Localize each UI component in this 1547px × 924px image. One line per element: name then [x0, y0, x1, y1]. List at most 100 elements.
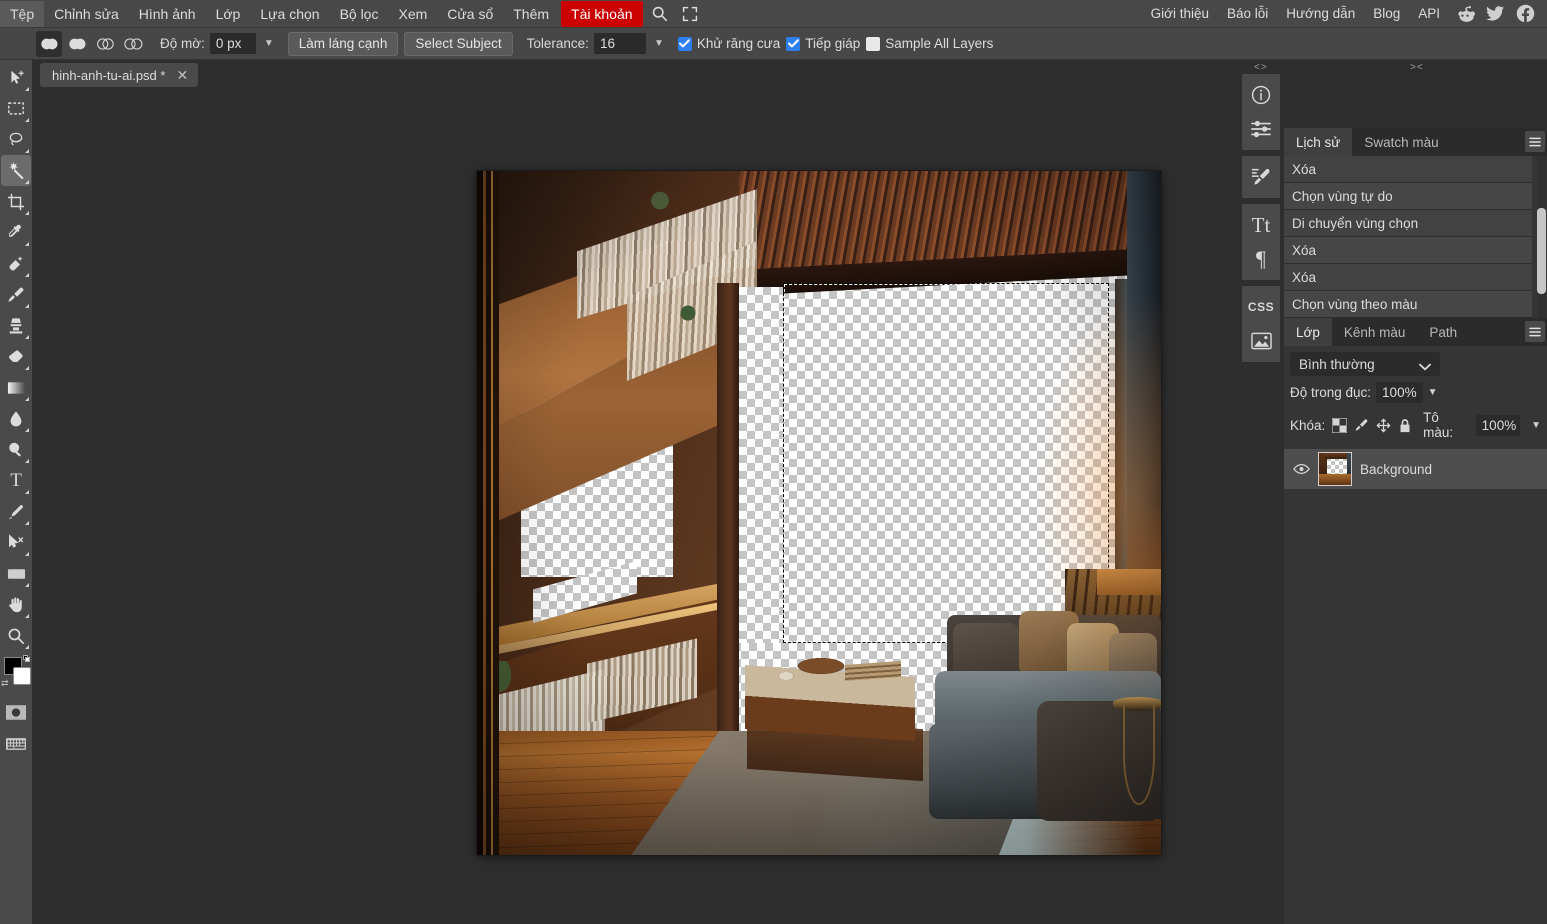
brush-tool[interactable]: [1, 279, 31, 310]
tab-swatches[interactable]: Swatch màu: [1352, 128, 1450, 156]
fill-value[interactable]: 100%: [1475, 414, 1521, 436]
opacity-slider-icon[interactable]: ▼: [1428, 387, 1438, 398]
contiguous-checkbox[interactable]: Tiếp giáp: [786, 36, 860, 51]
tolerance-input[interactable]: [593, 33, 646, 54]
type-tool[interactable]: T: [1, 465, 31, 496]
tool-corner-marker: [25, 583, 29, 587]
facebook-icon[interactable]: [1511, 2, 1539, 26]
tab-channels[interactable]: Kênh màu: [1332, 318, 1418, 346]
selection-new-icon[interactable]: [36, 30, 62, 57]
default-colors-icon[interactable]: [23, 655, 30, 662]
panel-menu-icon[interactable]: [1525, 131, 1545, 152]
selection-intersect-icon[interactable]: [120, 31, 146, 57]
zoom-magnifier-icon[interactable]: [1, 620, 31, 651]
menu-report-bug[interactable]: Báo lỗi: [1218, 1, 1277, 27]
tab-layers[interactable]: Lớp: [1284, 318, 1332, 346]
lock-all-icon[interactable]: [1397, 417, 1413, 434]
opacity-value[interactable]: 100%: [1376, 382, 1423, 403]
list-item[interactable]: Chọn vùng tự do: [1284, 183, 1532, 210]
list-item[interactable]: Chọn vùng theo màu: [1284, 291, 1532, 318]
menu-account[interactable]: Tài khoản: [561, 0, 643, 27]
feather-input[interactable]: [209, 33, 256, 54]
list-item[interactable]: Xóa: [1284, 156, 1532, 183]
canvas-area[interactable]: [32, 90, 1242, 924]
list-item[interactable]: Di chuyển vùng chọn: [1284, 210, 1532, 237]
eraser-tool[interactable]: [1, 341, 31, 372]
adjustments-icon[interactable]: [1244, 112, 1278, 146]
crop-tool[interactable]: [1, 186, 31, 217]
menu-view[interactable]: Xem: [388, 1, 437, 27]
paragraph-icon[interactable]: ¶: [1244, 242, 1278, 276]
quick-mask-icon[interactable]: [1, 697, 31, 728]
clone-stamp-tool[interactable]: [1, 310, 31, 341]
antialias-button[interactable]: Làm láng cạnh: [287, 31, 399, 56]
lasso-tool[interactable]: [1, 124, 31, 155]
path-select-tool[interactable]: [1, 527, 31, 558]
color-swatches[interactable]: ⇄: [1, 655, 31, 691]
selection-subtract-icon[interactable]: [92, 31, 118, 57]
keyboard-icon[interactable]: [1, 728, 31, 759]
document-tab[interactable]: hinh-anh-tu-ai.psd * ✕: [40, 63, 199, 87]
select-subject-button[interactable]: Select Subject: [404, 31, 513, 56]
lock-paint-icon[interactable]: [1353, 417, 1369, 434]
tab-history[interactable]: Lịch sử: [1284, 128, 1353, 156]
eye-icon[interactable]: [1292, 463, 1310, 475]
menu-layer[interactable]: Lớp: [206, 1, 251, 27]
menu-api[interactable]: API: [1409, 1, 1449, 27]
menu-select[interactable]: Lựa chọn: [250, 1, 329, 27]
fullscreen-icon[interactable]: [675, 2, 705, 26]
rectangle-shape-icon[interactable]: [1, 558, 31, 589]
search-icon[interactable]: [645, 2, 675, 26]
hand-tool[interactable]: [1, 589, 31, 620]
close-icon[interactable]: ✕: [174, 68, 190, 82]
rectangular-marquee-tool[interactable]: [1, 93, 31, 124]
tolerance-dropdown-icon[interactable]: ▼: [646, 38, 672, 49]
gradient-tool[interactable]: [1, 372, 31, 403]
table-row[interactable]: Background: [1284, 449, 1547, 489]
menu-edit[interactable]: Chỉnh sửa: [44, 1, 129, 27]
background-color-swatch[interactable]: [13, 667, 31, 685]
menu-about[interactable]: Giới thiệu: [1142, 1, 1218, 27]
magic-wand-tool[interactable]: [1, 155, 31, 186]
image-icon[interactable]: [1244, 324, 1278, 358]
eyedropper-tool[interactable]: [1, 217, 31, 248]
lock-transparency-icon[interactable]: [1331, 417, 1347, 434]
blend-mode-select[interactable]: Bình thường: [1290, 352, 1440, 376]
info-icon[interactable]: [1244, 78, 1278, 112]
history-scrollbar-thumb[interactable]: [1537, 208, 1546, 294]
pen-tool[interactable]: [1, 496, 31, 527]
selection-add-icon[interactable]: [64, 31, 90, 57]
menu-window[interactable]: Cửa sổ: [437, 1, 503, 27]
menu-blog[interactable]: Blog: [1364, 1, 1409, 27]
sample-all-layers-checkbox[interactable]: Sample All Layers: [866, 36, 993, 51]
twitter-icon[interactable]: [1481, 2, 1509, 26]
lock-position-icon[interactable]: [1375, 417, 1391, 434]
healing-brush-tool[interactable]: [1, 248, 31, 279]
list-item[interactable]: Xóa: [1284, 237, 1532, 264]
antialias-checkbox[interactable]: Khử răng cưa: [677, 36, 780, 51]
swap-colors-icon[interactable]: ⇄: [1, 678, 9, 689]
menu-guide[interactable]: Hướng dẫn: [1277, 1, 1364, 27]
dodge-tool[interactable]: [1, 434, 31, 465]
menu-more[interactable]: Thêm: [503, 1, 559, 27]
menu-file[interactable]: Tệp: [0, 0, 45, 27]
collapse-left-icon[interactable]: <>: [1254, 62, 1268, 74]
artboard[interactable]: [477, 171, 1161, 855]
css-icon[interactable]: CSS: [1244, 290, 1278, 324]
tab-paths[interactable]: Path: [1417, 318, 1469, 346]
layer-thumbnail[interactable]: [1318, 452, 1352, 486]
brush-settings-icon[interactable]: [1244, 160, 1278, 194]
menu-image[interactable]: Hình ảnh: [129, 1, 206, 27]
fill-slider-icon[interactable]: ▼: [1531, 420, 1541, 431]
reddit-icon[interactable]: [1451, 2, 1479, 26]
collapse-right-icon[interactable]: ><: [1410, 62, 1424, 74]
blur-droplet-icon[interactable]: [1, 403, 31, 434]
feather-dropdown-icon[interactable]: ▼: [256, 38, 282, 49]
character-icon[interactable]: Tt: [1244, 208, 1278, 242]
menu-filter[interactable]: Bộ lọc: [330, 1, 389, 27]
panel-menu-icon[interactable]: [1525, 321, 1545, 342]
lock-row: Khóa: Tô màu: 100% ▼: [1284, 403, 1547, 446]
move-tool[interactable]: [1, 62, 31, 93]
history-list[interactable]: Xóa Chọn vùng tự do Di chuyển vùng chọn …: [1284, 156, 1547, 318]
list-item[interactable]: Xóa: [1284, 264, 1532, 291]
